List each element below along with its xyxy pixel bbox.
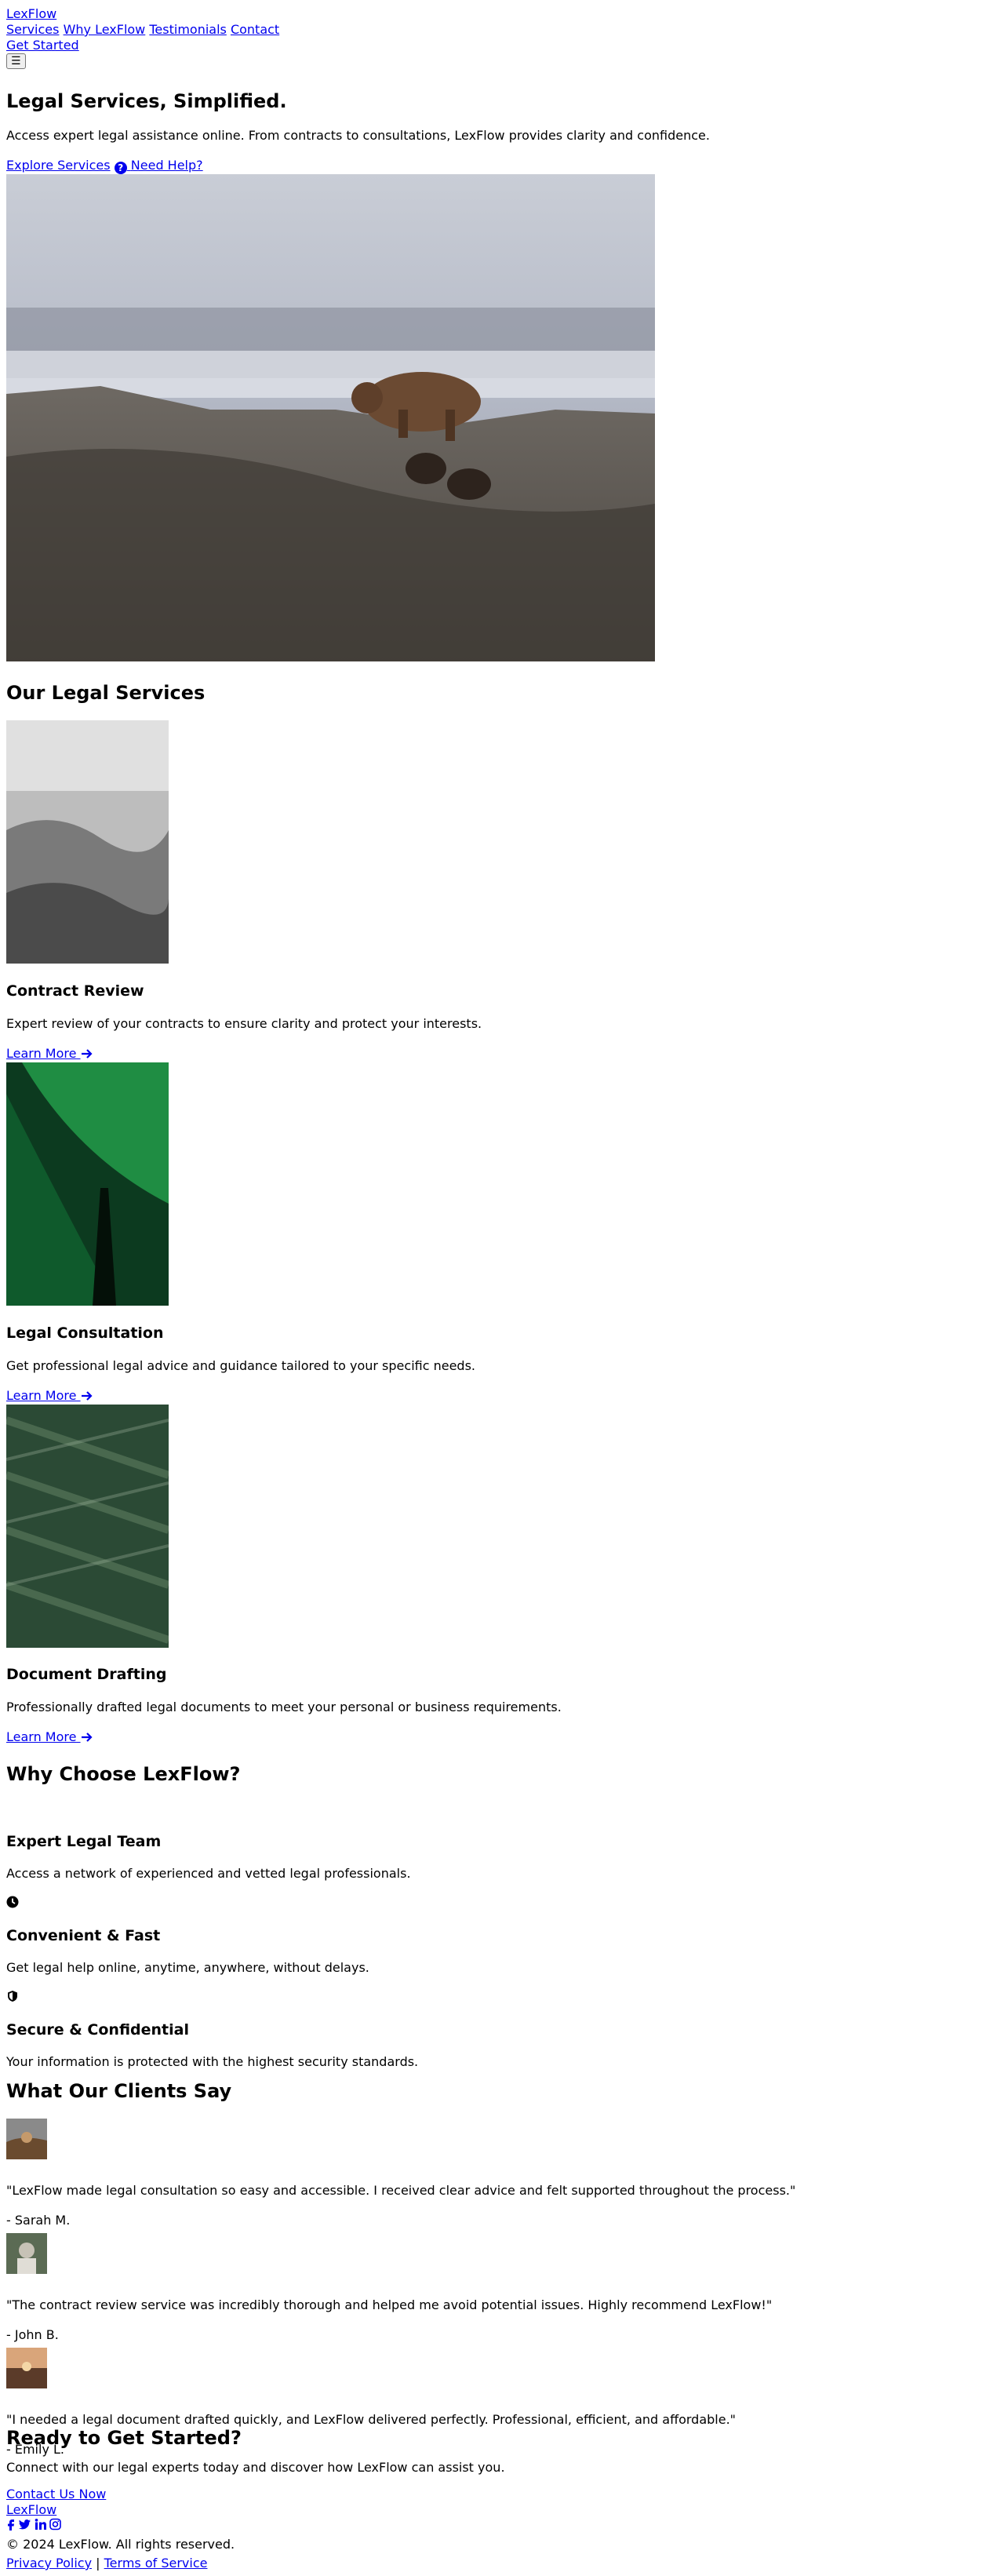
privacy-policy-link[interactable]: Privacy Policy <box>6 2556 92 2571</box>
get-started-link[interactable]: Get Started <box>6 38 279 53</box>
avatar <box>6 2119 47 2159</box>
arrow-right-icon <box>81 1733 93 1742</box>
footer-separator: | <box>96 2556 100 2571</box>
testimonial-quote: "LexFlow made legal consultation so easy… <box>6 2183 796 2198</box>
hero-image <box>6 174 655 661</box>
service-image-contract-review <box>6 720 169 964</box>
social-links <box>6 2518 64 2534</box>
contact-us-link[interactable]: Contact Us Now <box>6 2487 106 2502</box>
instagram-icon[interactable] <box>49 2518 61 2534</box>
learn-more-contract-review[interactable]: Learn More <box>6 1046 93 1062</box>
service-image-document-drafting <box>6 1405 169 1648</box>
arrow-right-icon <box>81 1049 93 1058</box>
need-help-link[interactable]: ? Need Help? <box>114 158 203 174</box>
testimonial-quote: "I needed a legal document drafted quick… <box>6 2412 737 2427</box>
menu-toggle-row: ☰ <box>6 53 279 69</box>
learn-more-label: Learn More <box>6 1388 77 1403</box>
services-heading: Our Legal Services <box>6 682 206 704</box>
need-help-label: Need Help? <box>130 158 203 173</box>
brand-link[interactable]: LexFlow <box>6 6 279 22</box>
learn-more-legal-consultation[interactable]: Learn More <box>6 1388 93 1404</box>
menu-toggle-button[interactable]: ☰ <box>6 53 26 69</box>
service-title-legal-consultation: Legal Consultation <box>6 1324 164 1342</box>
cta-text: Connect with our legal experts today and… <box>6 2460 505 2475</box>
facebook-icon[interactable] <box>6 2519 16 2534</box>
testimonial-quote: "The contract review service was incredi… <box>6 2297 773 2312</box>
terms-of-service-link[interactable]: Terms of Service <box>104 2556 208 2571</box>
why-heading: Why Choose LexFlow? <box>6 1763 241 1785</box>
site-header: LexFlow Services Why LexFlow Testimonial… <box>6 6 279 69</box>
service-description-document-drafting: Professionally drafted legal documents t… <box>6 1700 562 1714</box>
hero-actions: Explore Services ? Need Help? <box>6 158 203 174</box>
question-icon: ? <box>114 162 127 174</box>
why-title-expert-legal-team: Expert Legal Team <box>6 1833 162 1850</box>
service-description-contract-review: Expert review of your contracts to ensur… <box>6 1016 482 1031</box>
service-title-contract-review: Contract Review <box>6 982 144 1000</box>
why-description-convenient-fast: Get legal help online, anytime, anywhere… <box>6 1960 369 1975</box>
nav-services[interactable]: Services <box>6 22 59 37</box>
main-nav: Services Why LexFlow Testimonials Contac… <box>6 22 279 38</box>
testimonial-author: - John B. <box>6 2327 59 2342</box>
avatar <box>6 2348 47 2388</box>
nav-contact[interactable]: Contact <box>231 22 279 37</box>
hero-title: Legal Services, Simplified. <box>6 90 287 112</box>
learn-more-label: Learn More <box>6 1046 77 1061</box>
why-description-expert-legal-team: Access a network of experienced and vett… <box>6 1866 411 1881</box>
avatar <box>6 2233 47 2274</box>
clock-icon <box>6 1896 19 1912</box>
hero-subtitle: Access expert legal assistance online. F… <box>6 128 710 143</box>
explore-services-link[interactable]: Explore Services <box>6 158 111 173</box>
why-title-convenient-fast: Convenient & Fast <box>6 1927 161 1944</box>
footer-brand-link[interactable]: LexFlow <box>6 2502 56 2518</box>
testimonials-heading: What Our Clients Say <box>6 2080 232 2102</box>
service-description-legal-consultation: Get professional legal advice and guidan… <box>6 1358 475 1373</box>
shield-icon <box>6 1990 19 2006</box>
linkedin-icon[interactable] <box>35 2519 46 2534</box>
arrow-right-icon <box>81 1391 93 1401</box>
copyright: © 2024 LexFlow. All rights reserved. <box>6 2537 235 2552</box>
nav-why-lexflow[interactable]: Why LexFlow <box>64 22 146 37</box>
footer-links: Privacy Policy | Terms of Service <box>6 2556 207 2571</box>
learn-more-label: Learn More <box>6 1729 77 1744</box>
hamburger-icon: ☰ <box>11 55 21 67</box>
cta-heading: Ready to Get Started? <box>6 2427 242 2449</box>
nav-testimonials[interactable]: Testimonials <box>149 22 227 37</box>
testimonial-author: - Sarah M. <box>6 2213 71 2228</box>
why-description-secure-confidential: Your information is protected with the h… <box>6 2054 419 2069</box>
learn-more-document-drafting[interactable]: Learn More <box>6 1729 93 1745</box>
why-title-secure-confidential: Secure & Confidential <box>6 2021 189 2039</box>
service-title-document-drafting: Document Drafting <box>6 1666 167 1683</box>
service-image-legal-consultation <box>6 1062 169 1306</box>
twitter-icon[interactable] <box>19 2519 31 2534</box>
